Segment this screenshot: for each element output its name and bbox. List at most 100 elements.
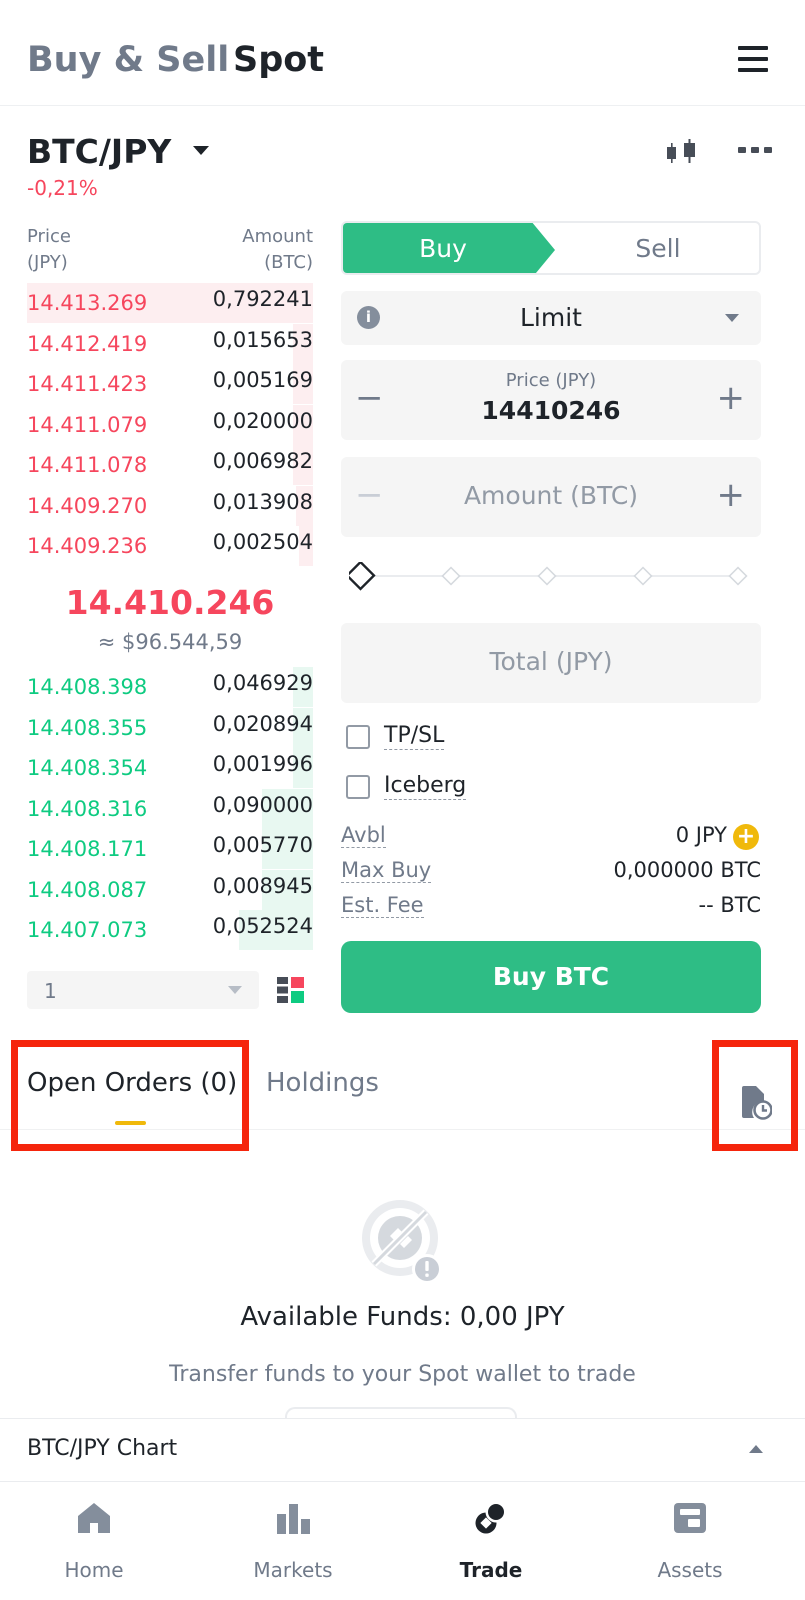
bid-row[interactable]: 14.408.087 0,008945 <box>27 869 313 910</box>
price-increment-button[interactable]: + <box>717 381 746 415</box>
slider-step[interactable] <box>728 566 748 586</box>
mid-price[interactable]: 14.410.246 <box>27 583 313 622</box>
add-funds-icon[interactable]: + <box>733 824 759 850</box>
home-icon <box>78 1503 110 1533</box>
top-header: Buy & Sell Spot <box>0 0 805 106</box>
order-type-label: Limit <box>520 303 582 332</box>
buy-btc-button[interactable]: Buy BTC <box>341 941 761 1013</box>
bid-price: 14.407.073 <box>27 918 148 942</box>
menu-icon[interactable] <box>738 46 768 74</box>
price-input[interactable]: − Price (JPY) 14410246 + <box>341 360 761 440</box>
total-placeholder: Total (JPY) <box>489 647 613 676</box>
bid-row[interactable]: 14.408.398 0,046929 <box>27 667 313 707</box>
available-row: Avbl 0 JPY + <box>341 823 761 853</box>
orderbook-mode-icon[interactable] <box>277 976 305 1004</box>
nav-markets[interactable]: Markets <box>218 1482 368 1600</box>
max-buy-label[interactable]: Max Buy <box>341 858 432 883</box>
trade-icon <box>475 1501 507 1534</box>
bid-row[interactable]: 14.408.355 0,020894 <box>27 707 313 748</box>
amount-slider[interactable] <box>349 562 755 592</box>
chevron-down-icon <box>228 986 242 994</box>
candlestick-icon[interactable] <box>664 138 700 168</box>
amount-increment-button[interactable]: + <box>717 478 746 512</box>
slider-handle[interactable] <box>349 562 376 591</box>
slider-step[interactable] <box>441 566 461 586</box>
pair-change: -0,21% <box>27 176 98 200</box>
ask-row[interactable]: 14.413.269 0,792241 <box>27 283 313 323</box>
pair-symbol[interactable]: BTC/JPY <box>27 132 171 171</box>
chart-bar-label: BTC/JPY Chart <box>27 1436 178 1461</box>
ask-row[interactable]: 14.411.079 0,020000 <box>27 404 313 445</box>
highlight-box-history <box>712 1040 798 1151</box>
ask-amount: 0,013908 <box>212 489 313 514</box>
bid-amount: 0,046929 <box>212 671 313 695</box>
iceberg-label[interactable]: Iceberg <box>384 773 467 800</box>
ask-row[interactable]: 14.411.078 0,006982 <box>27 445 313 485</box>
ask-row[interactable]: 14.409.270 0,013908 <box>27 485 313 526</box>
chart-toggle-bar[interactable]: BTC/JPY Chart <box>0 1418 805 1482</box>
ask-row[interactable]: 14.411.423 0,005169 <box>27 364 313 404</box>
no-funds-icon <box>362 1200 442 1284</box>
nav-assets-label: Assets <box>657 1558 723 1582</box>
ask-amount: 0,015653 <box>212 327 313 352</box>
ask-row[interactable]: 14.409.236 0,002504 <box>27 526 313 566</box>
available-funds-title: Available Funds: 0,00 JPY <box>240 1302 565 1332</box>
depth-value: 1 <box>44 979 57 1003</box>
nav-home[interactable]: Home <box>19 1482 169 1600</box>
tpsl-checkbox[interactable] <box>346 725 370 749</box>
nav-home-label: Home <box>64 1558 124 1582</box>
assets-icon <box>674 1503 706 1533</box>
ask-price: 14.413.269 <box>27 291 148 315</box>
ask-price: 14.411.423 <box>27 372 148 396</box>
tab-spot[interactable]: Spot <box>233 40 324 80</box>
ask-amount: 0,020000 <box>212 408 313 433</box>
est-fee-value: -- BTC <box>698 893 762 917</box>
bid-row[interactable]: 14.408.354 0,001996 <box>27 748 313 788</box>
est-fee-label[interactable]: Est. Fee <box>341 893 424 918</box>
available-label[interactable]: Avbl <box>341 823 386 848</box>
nav-assets[interactable]: Assets <box>615 1482 765 1600</box>
slider-step[interactable] <box>537 566 557 586</box>
ask-amount: 0,792241 <box>212 287 313 311</box>
depth-select[interactable]: 1 <box>27 971 259 1009</box>
bid-amount: 0,052524 <box>212 914 313 938</box>
more-icon[interactable] <box>738 144 772 156</box>
buy-tab[interactable]: Buy <box>343 223 555 273</box>
markets-icon <box>277 1504 310 1534</box>
tab-buy-and-sell[interactable]: Buy & Sell <box>27 40 229 80</box>
tab-holdings[interactable]: Holdings <box>266 1068 379 1098</box>
iceberg-checkbox[interactable] <box>346 775 370 799</box>
max-buy-value: 0,000000 BTC <box>613 858 761 882</box>
order-type-select[interactable]: i Limit <box>341 291 761 345</box>
amount-input[interactable]: − Amount (BTC) + <box>341 457 761 537</box>
slider-step[interactable] <box>633 566 653 586</box>
bid-amount: 0,020894 <box>212 711 313 736</box>
mid-price-usd: ≈ $96.544,59 <box>97 630 243 654</box>
bid-price: 14.408.354 <box>27 756 148 780</box>
bottom-nav: Home Markets Trade Assets <box>0 1482 805 1600</box>
tpsl-label[interactable]: TP/SL <box>384 723 445 750</box>
ask-price: 14.409.236 <box>27 534 148 558</box>
orderbook-price-header: Price (JPY) <box>27 226 71 273</box>
sell-tab[interactable]: Sell <box>555 234 759 263</box>
nav-markets-label: Markets <box>253 1558 333 1582</box>
nav-trade[interactable]: Trade <box>416 1482 566 1600</box>
pair-dropdown-icon[interactable] <box>193 146 209 155</box>
bid-amount: 0,008945 <box>212 873 313 898</box>
ask-price: 14.412.419 <box>27 331 148 356</box>
chevron-down-icon <box>725 314 739 322</box>
bid-row[interactable]: 14.408.316 0,090000 <box>27 788 313 829</box>
ask-price: 14.411.079 <box>27 412 148 437</box>
orderbook-amount-header: Amount (BTC) <box>242 226 313 273</box>
ask-amount: 0,006982 <box>212 449 313 473</box>
bid-price: 14.408.355 <box>27 715 148 740</box>
bid-amount: 0,001996 <box>212 752 313 776</box>
bid-amount: 0,090000 <box>212 792 313 817</box>
ask-row[interactable]: 14.412.419 0,015653 <box>27 323 313 364</box>
price-value[interactable]: 14410246 <box>341 396 761 425</box>
bid-row[interactable]: 14.408.171 0,005770 <box>27 829 313 869</box>
bid-row[interactable]: 14.407.073 0,052524 <box>27 910 313 950</box>
chevron-up-icon <box>749 1445 763 1453</box>
est-fee-row: Est. Fee -- BTC <box>341 893 761 923</box>
total-input[interactable]: Total (JPY) <box>341 623 761 703</box>
